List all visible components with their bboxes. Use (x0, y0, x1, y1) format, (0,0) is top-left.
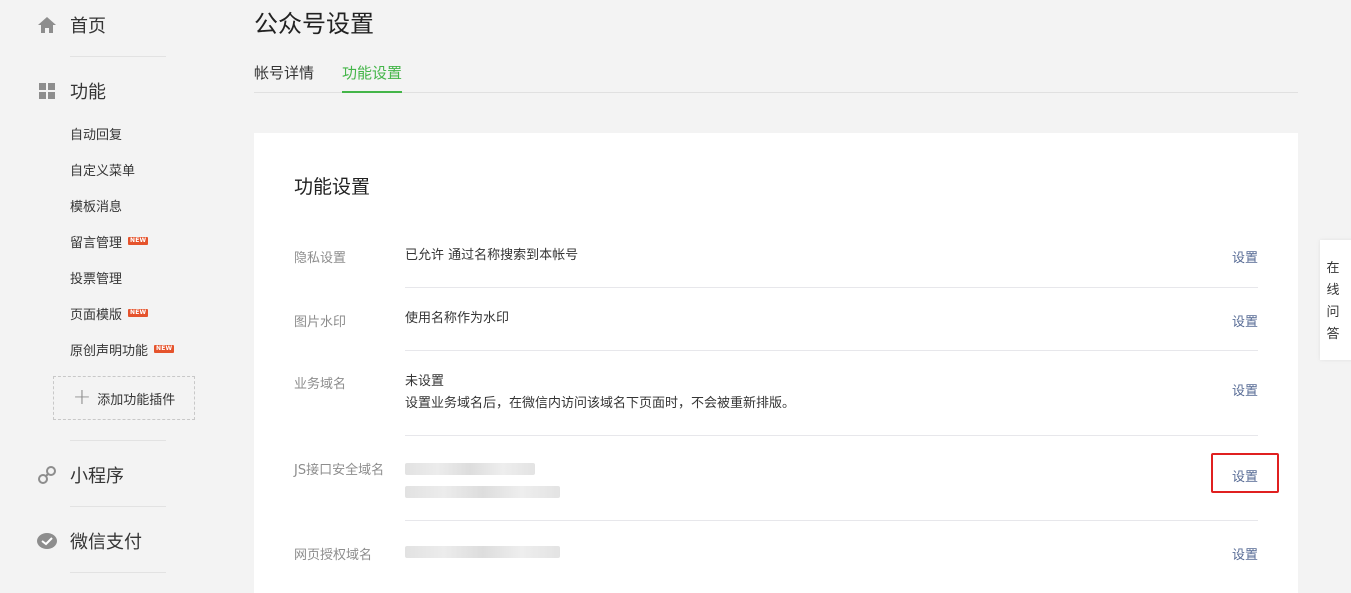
sidebar-item-comments[interactable]: 留言管理 NEW (70, 232, 149, 251)
privacy-settings-link[interactable]: 设置 (1232, 247, 1258, 266)
divider (70, 572, 166, 573)
online-qa-char: 在 (1326, 261, 1340, 276)
sidebar-item-custom-menu[interactable]: 自定义菜单 (70, 160, 136, 179)
sidebar-item-page-template[interactable]: 页面模版 NEW (70, 304, 149, 323)
nav-wechat-pay-label: 微信支付 (70, 532, 142, 553)
row-label-business-domain: 业务域名 (294, 377, 347, 392)
settings-card: 功能设置 隐私设置 已允许 通过名称搜索到本帐号 设置 图片水印 使用名称作为水… (254, 133, 1298, 593)
nav-home-label: 首页 (70, 16, 106, 37)
sidebar-item-template-msg[interactable]: 模板消息 (70, 196, 123, 215)
card-title: 功能设置 (294, 176, 371, 198)
online-qa-char: 线 (1326, 283, 1340, 298)
divider (70, 440, 166, 441)
online-qa-char: 答 (1326, 327, 1340, 342)
tab-bar: 帐号详情 功能设置 (254, 62, 1298, 93)
nav-mini-program-label: 小程序 (70, 466, 124, 487)
sidebar-item-auto-reply[interactable]: 自动回复 (70, 124, 123, 143)
sidebar-item-label: 留言管理 (70, 235, 123, 251)
row-divider (405, 287, 1258, 288)
nav-features[interactable]: 功能 (36, 78, 106, 104)
sidebar-item-label: 原创声明功能 (70, 343, 149, 359)
business-domain-settings-link[interactable]: 设置 (1232, 380, 1258, 399)
row-label-js-domain: JS接口安全域名 (294, 463, 385, 478)
sidebar-item-label: 页面模版 (70, 307, 123, 323)
oauth-domain-settings-link[interactable]: 设置 (1232, 544, 1258, 563)
row-label-watermark: 图片水印 (294, 315, 347, 330)
new-badge: NEW (154, 345, 175, 353)
watermark-settings-link[interactable]: 设置 (1232, 311, 1258, 330)
row-value-business-domain: 未设置 (405, 374, 445, 389)
divider (70, 56, 166, 57)
home-icon (36, 14, 58, 36)
blurred-domain-value (405, 463, 535, 475)
nav-features-label: 功能 (70, 82, 106, 103)
sidebar-item-label: 自定义菜单 (70, 163, 136, 179)
sidebar-item-voting[interactable]: 投票管理 (70, 268, 123, 287)
sidebar-item-label: 自动回复 (70, 127, 123, 143)
online-qa-char: 问 (1326, 305, 1340, 320)
row-divider (405, 350, 1258, 351)
nav-wechat-pay[interactable]: 微信支付 (36, 528, 142, 554)
tab-account-details[interactable]: 帐号详情 (254, 62, 314, 93)
highlight-box (1211, 453, 1279, 493)
plus-icon: + (72, 385, 92, 410)
add-plugin-label: 添加功能插件 (97, 392, 176, 408)
row-value-watermark: 使用名称作为水印 (405, 311, 510, 326)
row-desc-business-domain: 设置业务域名后，在微信内访问该域名下页面时，不会被重新排版。 (405, 396, 796, 411)
sidebar: 首页 功能 自动回复 自定义菜单 模板消息 留言管理 NEW 投票管理 页面模版 N… (0, 0, 200, 581)
sidebar-item-original[interactable]: 原创声明功能 NEW (70, 340, 175, 359)
row-label-oauth-domain: 网页授权域名 (294, 548, 373, 563)
divider (70, 506, 166, 507)
new-badge: NEW (128, 237, 149, 245)
row-divider (405, 435, 1258, 436)
row-value-privacy: 已允许 通过名称搜索到本帐号 (405, 248, 579, 263)
online-qa-button[interactable]: 在 线 问 答 (1320, 240, 1351, 360)
grid-icon (36, 80, 58, 102)
nav-home[interactable]: 首页 (36, 12, 106, 38)
tab-feature-settings[interactable]: 功能设置 (342, 62, 403, 93)
row-divider (405, 520, 1258, 521)
nav-mini-program[interactable]: 小程序 (36, 462, 124, 488)
sidebar-item-label: 投票管理 (70, 271, 123, 287)
link-icon (36, 464, 58, 486)
new-badge: NEW (128, 309, 149, 317)
blurred-domain-value (405, 486, 560, 498)
sidebar-item-label: 模板消息 (70, 199, 123, 215)
page-title: 公众号设置 (254, 10, 374, 38)
blurred-domain-value (405, 546, 560, 558)
row-label-privacy: 隐私设置 (294, 251, 347, 266)
wallet-icon (36, 530, 58, 552)
add-plugin-button[interactable]: + 添加功能插件 (53, 376, 195, 420)
